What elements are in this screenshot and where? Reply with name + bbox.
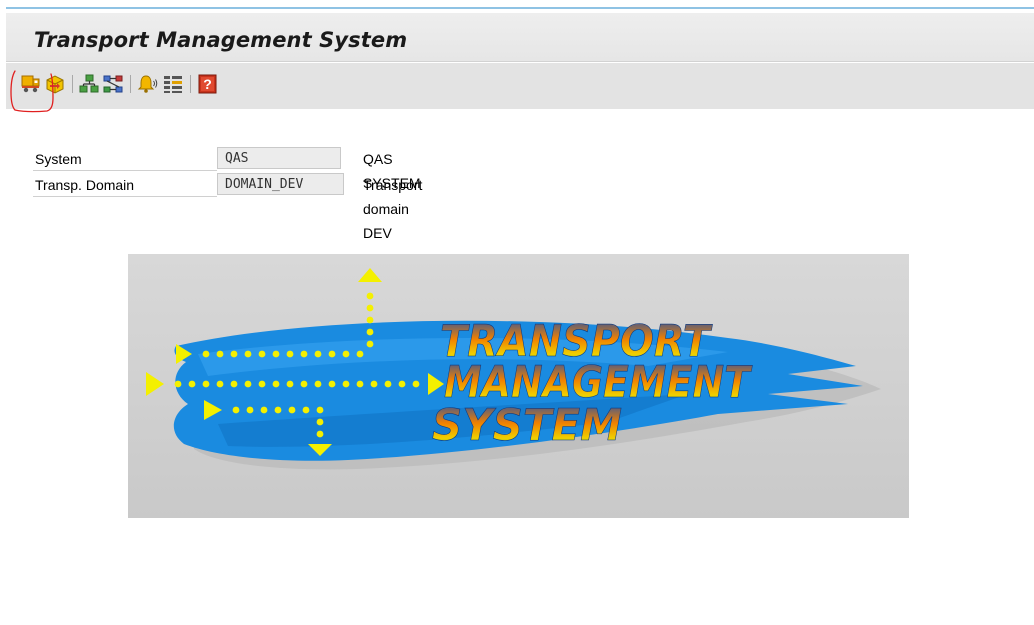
transport-domain-description: Transport domain DEV bbox=[363, 177, 423, 241]
window-top-edge bbox=[0, 0, 1034, 2]
system-overview-icon bbox=[79, 74, 99, 93]
system-label: System bbox=[33, 147, 217, 171]
transport-domain-label: Transp. Domain bbox=[33, 173, 217, 197]
help-icon: ? bbox=[198, 74, 217, 94]
tms-logo-image: TRANSPORT MANAGEMENT SYSTEM bbox=[128, 254, 909, 518]
toolbar-separator bbox=[72, 75, 73, 93]
tms-log-button[interactable] bbox=[162, 73, 184, 95]
system-field[interactable]: QAS bbox=[217, 147, 341, 169]
header-accent-line bbox=[6, 7, 1034, 9]
transport-routes-editor-button[interactable] bbox=[102, 73, 124, 95]
system-overview-button[interactable] bbox=[78, 73, 100, 95]
annotation-highlight-mark bbox=[10, 70, 54, 113]
help-button[interactable]: ? bbox=[197, 73, 219, 95]
application-toolbar: ? bbox=[6, 63, 1034, 109]
title-bar: Transport Management System bbox=[6, 13, 1034, 62]
toolbar-separator bbox=[190, 75, 191, 93]
svg-text:?: ? bbox=[203, 76, 212, 92]
transport-route-icon bbox=[103, 75, 123, 93]
page-title: Transport Management System bbox=[34, 28, 408, 52]
alert-monitor-icon bbox=[137, 75, 158, 93]
toolbar-separator bbox=[130, 75, 131, 93]
tms-logo-graphic: TRANSPORT MANAGEMENT SYSTEM bbox=[128, 254, 909, 518]
logo-letter-s: SYSTEM bbox=[432, 400, 622, 451]
alert-monitor-button[interactable] bbox=[136, 73, 158, 95]
tms-log-icon bbox=[164, 76, 182, 93]
transport-domain-field[interactable]: DOMAIN_DEV bbox=[217, 173, 344, 195]
